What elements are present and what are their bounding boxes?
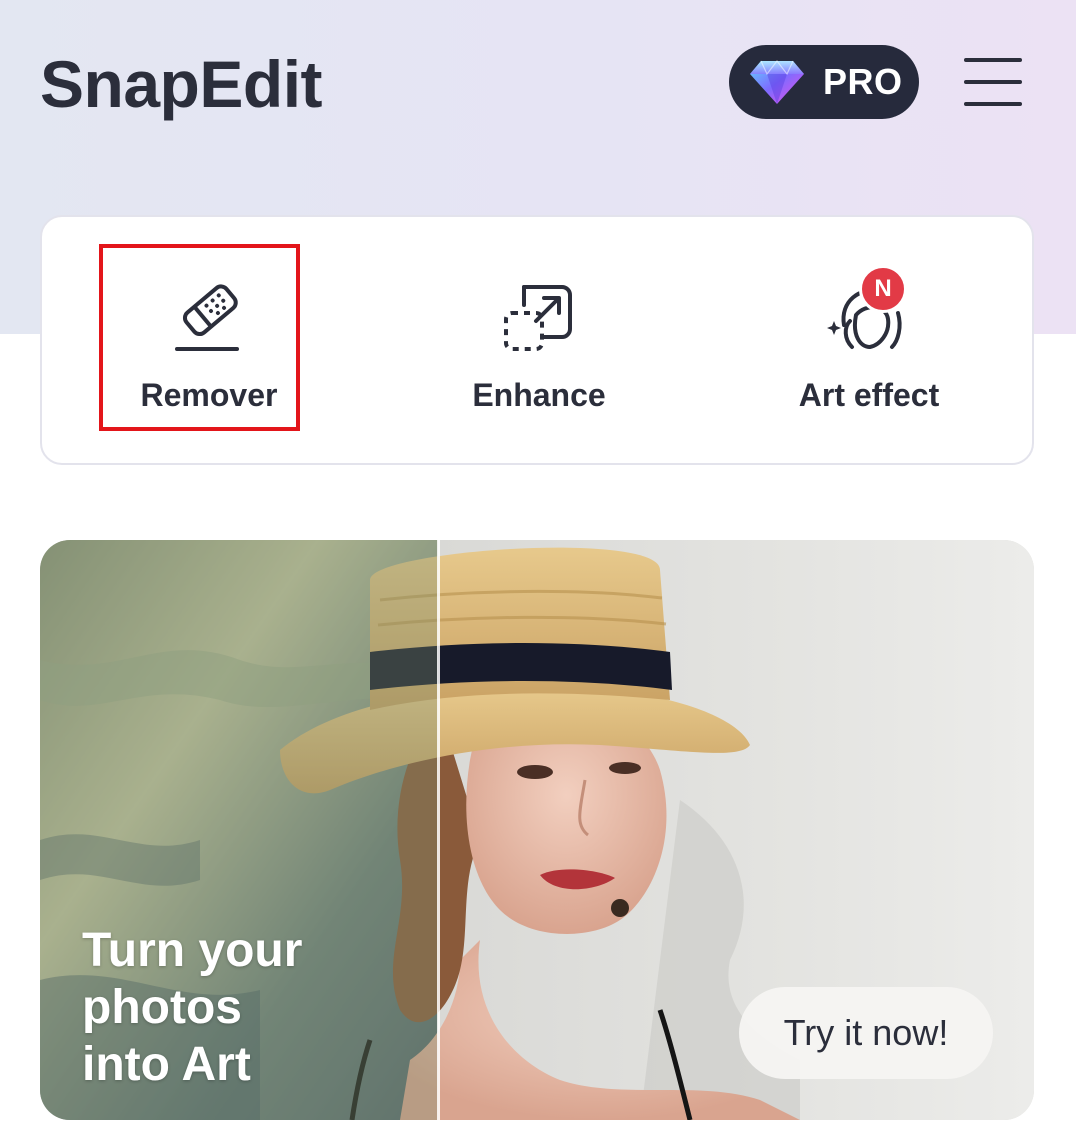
pro-label: PRO (823, 61, 903, 102)
hamburger-menu-button[interactable] (960, 54, 1026, 110)
tool-art-effect[interactable]: Art effect (702, 217, 1036, 463)
app-logo[interactable]: SnapEdit (40, 44, 323, 124)
new-badge: N (859, 265, 907, 313)
menu-line (964, 58, 1022, 62)
tool-label: Enhance (472, 377, 606, 413)
art-promo-banner[interactable]: Turn your photos into Art Try it now! (40, 540, 1034, 1120)
pro-button[interactable]: PRO (729, 45, 919, 119)
headline-line: photos (82, 981, 242, 1034)
enhance-resize-icon (504, 285, 572, 351)
try-it-now-button[interactable]: Try it now! (739, 987, 993, 1079)
banner-headline: Turn your photos into Art (82, 922, 382, 1093)
remover-highlight (99, 244, 300, 431)
headline-line: Turn your (82, 924, 303, 977)
tool-enhance[interactable]: Enhance (372, 217, 706, 463)
menu-line (964, 102, 1022, 106)
tool-label: Art effect (798, 377, 940, 413)
diamond-icon (750, 60, 804, 104)
menu-line (964, 80, 1022, 84)
headline-line: into Art (82, 1038, 251, 1091)
